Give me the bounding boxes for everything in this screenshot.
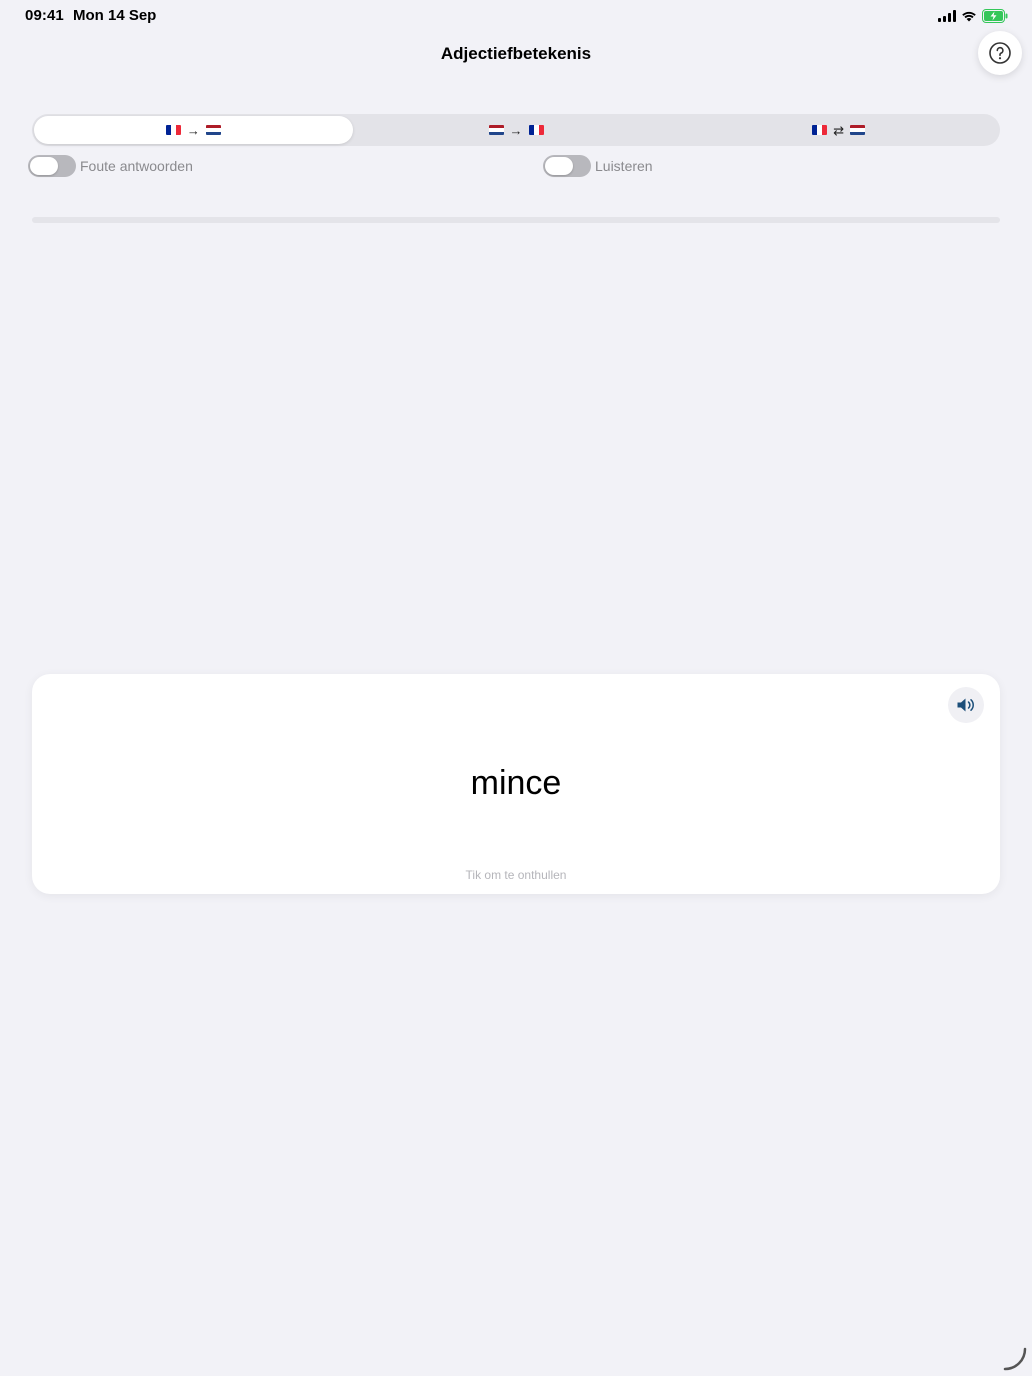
flag-nl-icon [488,125,504,135]
flag-fr-icon [528,125,544,135]
speak-button[interactable] [948,687,984,723]
arrow-right-icon: → [186,122,200,138]
flashcard-word: mince [470,764,562,802]
segment-fr-to-nl[interactable]: → [34,116,353,144]
wifi-icon [962,11,976,22]
status-icons [938,8,1008,24]
help-button[interactable] [978,31,1022,75]
flag-nl-icon [850,125,866,135]
listen-toggle-row: Luisteren [543,155,653,177]
cellular-signal-icon [938,10,956,22]
flashcard[interactable]: mince Tik om te onthullen [32,674,1000,894]
status-time: 09:41 [25,7,64,24]
direction-segmented-control: → → ⇄ [32,114,1000,146]
toggle-knob [545,157,573,175]
arrow-swap-icon: ⇄ [833,122,845,138]
arrow-right-icon: → [509,122,523,138]
speaker-icon [957,698,974,712]
flag-fr-icon [165,125,181,135]
listen-label: Luisteren [595,158,653,174]
scroll-indicator-icon [1003,1347,1027,1371]
wrong-answers-label: Foute antwoorden [80,158,193,174]
wrong-answers-toggle-row: Foute antwoorden [28,155,193,177]
status-bar: 09:41 Mon 14 Sep [0,0,1032,32]
question-circle-icon [989,42,1011,64]
flag-fr-icon [812,125,828,135]
segment-nl-to-fr[interactable]: → [357,116,676,144]
listen-toggle[interactable] [543,155,591,177]
flashcard-hint: Tik om te onthullen [465,868,567,882]
wrong-answers-toggle[interactable] [28,155,76,177]
toggle-knob [30,157,58,175]
progress-bar [32,217,1000,223]
page-title: Adjectiefbetekenis [440,44,592,63]
segment-bidirectional[interactable]: ⇄ [679,116,998,144]
flag-nl-icon [205,125,221,135]
battery-charging-icon [982,9,1008,23]
status-date: Mon 14 Sep [73,7,157,24]
